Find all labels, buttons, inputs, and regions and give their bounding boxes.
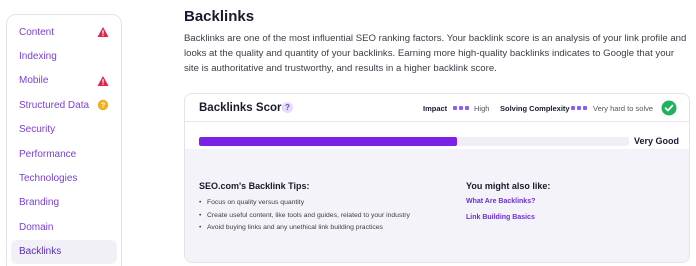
score-progress-fill [199,137,457,146]
sidebar-item-label: Indexing [19,51,57,63]
tip-item: Create useful content, like tools and gu… [199,210,410,223]
sidebar-item-label: Security [19,124,56,136]
sidebar-item-label: Mobile [19,75,49,87]
sidebar-item-performance[interactable]: Performance [11,142,117,166]
sidebar-item-security[interactable]: Security [11,118,117,142]
sidebar-item-branding[interactable]: Branding [11,191,117,215]
tip-item: Avoid buying links and any unethical lin… [199,222,410,235]
info-icon: ? [97,99,109,111]
sidebar-item-label: Domain [19,221,54,233]
card-header: Backlinks Score ? Impact High Solving Co… [185,94,689,122]
tip-item: Focus on quality versus quantity [199,197,410,210]
sidebar-nav: Content Indexing Mobile Structured Data … [6,14,122,266]
score-label: Very Good [633,136,679,146]
score-progress-bar [199,137,629,146]
tips-panel: SEO.com's Backlink Tips: Focus on qualit… [185,149,689,262]
backlinks-score-card: Backlinks Score ? Impact High Solving Co… [184,93,690,263]
sidebar-item-label: Performance [19,148,77,160]
sidebar-item-technologies[interactable]: Technologies [11,166,117,190]
complexity-dots-icon [571,106,587,110]
sidebar-item-indexing[interactable]: Indexing [11,44,117,68]
link-building-basics[interactable]: Link Building Basics [466,214,535,221]
impact-value: High [474,104,490,113]
page-title: Backlinks [184,8,255,25]
impact-dots-icon [453,106,469,110]
sidebar-item-label: Branding [19,197,60,209]
section-description: Backlinks are one of the most influentia… [184,33,687,74]
card-title: Backlinks Score [199,102,288,114]
sidebar-item-mobile[interactable]: Mobile [11,69,117,93]
sidebar-item-label: Backlinks [19,246,62,258]
tips-title: SEO.com's Backlink Tips: [199,181,310,191]
sidebar-item-label: Technologies [19,173,78,185]
sidebar-item-backlinks[interactable]: Backlinks [11,239,117,264]
link-what-are-backlinks[interactable]: What Are Backlinks? [466,198,535,205]
warning-icon [97,27,109,37]
sidebar-item-domain[interactable]: Domain [11,215,117,239]
sidebar-item-label: Content [19,26,55,38]
also-like-title: You might also like: [466,181,551,191]
score-bar-row: Very Good [185,122,689,149]
warning-icon [97,75,109,86]
sidebar-item-content[interactable]: Content [11,20,117,44]
svg-text:?: ? [101,101,106,110]
impact-label: Impact [423,104,448,113]
sidebar-item-label: Structured Data [19,99,90,111]
complexity-label: Solving Complexity [500,104,570,113]
tips-list: Focus on quality versus quantity Create … [199,197,410,235]
complexity-value: Very hard to solve [593,104,654,113]
sidebar-item-structured-data[interactable]: Structured Data ? [11,93,117,117]
help-icon[interactable]: ? [282,102,293,113]
check-circle-icon [661,100,677,116]
